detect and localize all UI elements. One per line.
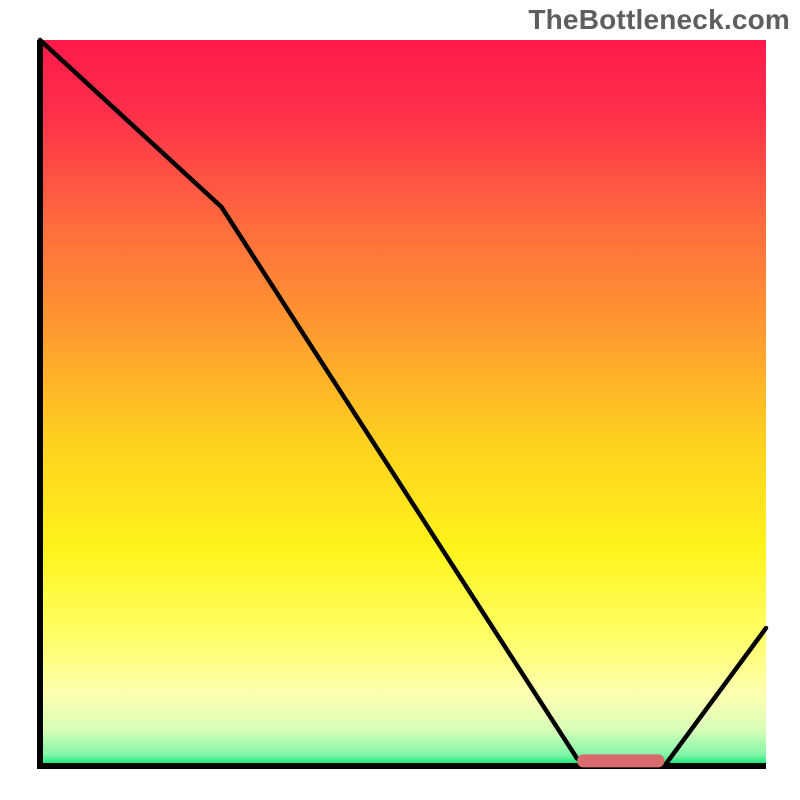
plot-background	[40, 40, 766, 766]
optimal-zone-marker	[577, 754, 664, 767]
watermark-text: TheBottleneck.com	[528, 4, 790, 36]
chart-container: TheBottleneck.com	[0, 0, 800, 800]
bottleneck-chart	[0, 0, 800, 800]
